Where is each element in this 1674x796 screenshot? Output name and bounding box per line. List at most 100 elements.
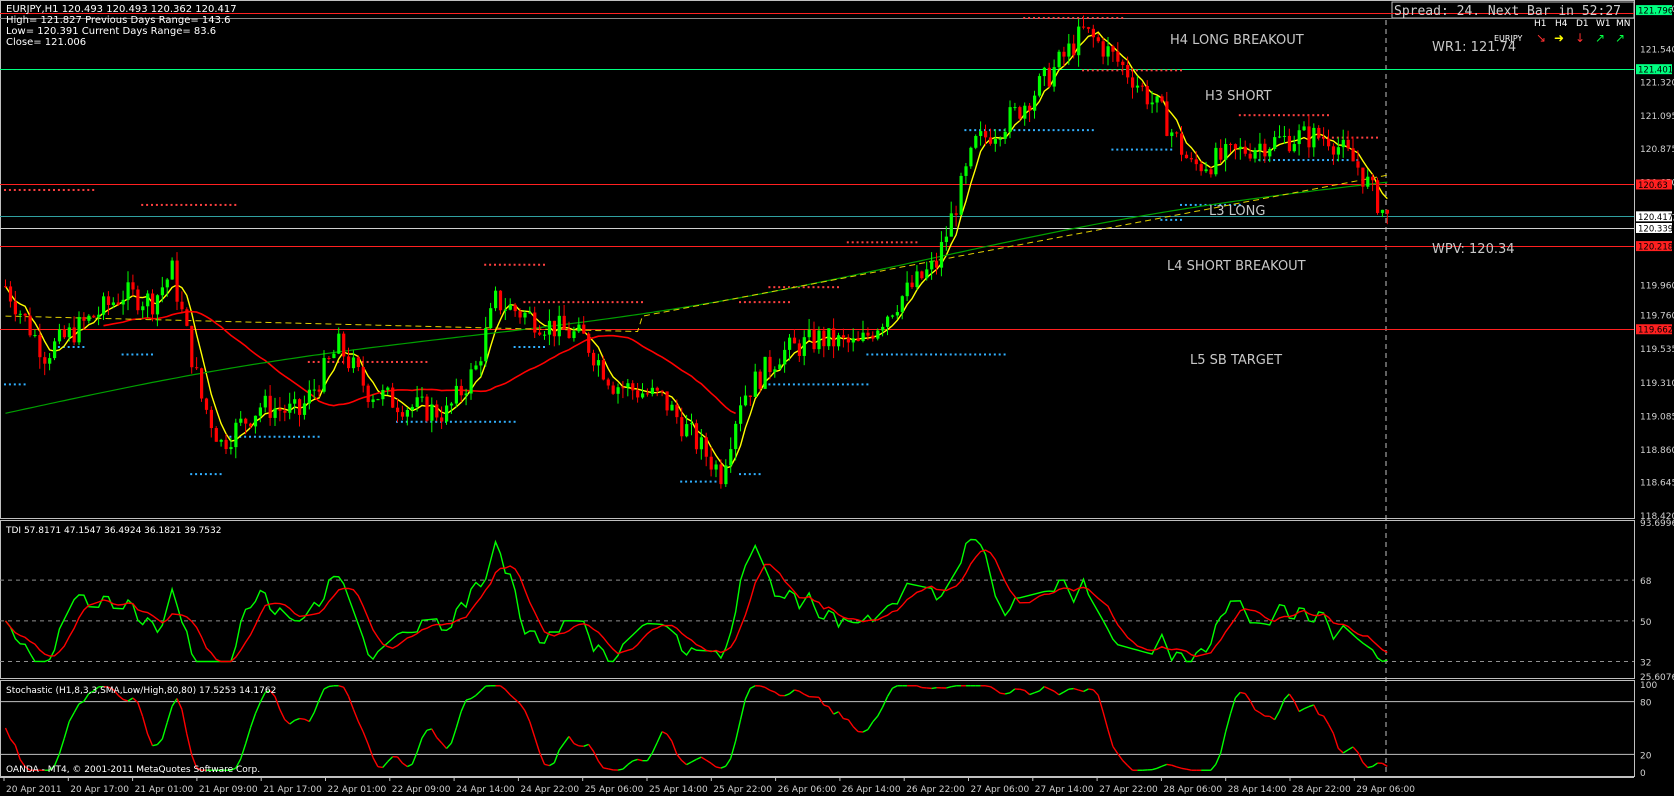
candle-body bbox=[1322, 137, 1326, 139]
stoch-segment bbox=[396, 756, 403, 764]
resistance-dot bbox=[1096, 16, 1099, 19]
timeframe-d1[interactable]: D1 bbox=[1576, 19, 1589, 29]
candle bbox=[283, 404, 287, 422]
support-dot bbox=[910, 353, 913, 356]
candle-body bbox=[827, 328, 831, 347]
resistance-dot bbox=[204, 203, 207, 206]
resistance-dot bbox=[856, 241, 859, 244]
stoch-segment bbox=[441, 742, 448, 750]
stoch-scale-label: 0 bbox=[1640, 769, 1646, 779]
stoch-segment bbox=[450, 727, 457, 744]
stoch-segment bbox=[710, 762, 717, 768]
resistance-dot bbox=[1091, 16, 1094, 19]
support-dot bbox=[704, 480, 707, 483]
candle bbox=[180, 291, 184, 313]
candle-body bbox=[263, 395, 267, 408]
stoch-segment bbox=[1347, 746, 1354, 751]
stoch-segment bbox=[784, 693, 790, 697]
support-dot bbox=[1047, 129, 1050, 132]
stoch-segment bbox=[798, 690, 805, 695]
resistance-dot bbox=[1170, 69, 1173, 72]
candle bbox=[151, 289, 155, 322]
support-dot bbox=[856, 383, 859, 386]
candle-body bbox=[1199, 164, 1203, 172]
resistance-dot bbox=[1028, 16, 1031, 19]
price-scale-label: 118.860 bbox=[1640, 446, 1674, 456]
candle bbox=[1145, 80, 1149, 110]
support-dot bbox=[866, 383, 869, 386]
stoch-segment bbox=[1083, 688, 1089, 693]
stoch-segment bbox=[558, 742, 565, 751]
support-dot bbox=[219, 473, 222, 476]
candle bbox=[116, 293, 120, 307]
candle-body bbox=[1111, 46, 1115, 52]
candle bbox=[1209, 166, 1213, 178]
candle bbox=[204, 397, 209, 415]
timeframe-h4[interactable]: H4 bbox=[1555, 19, 1568, 29]
resistance-dot bbox=[851, 241, 854, 244]
candle-body bbox=[1253, 150, 1257, 159]
support-dot bbox=[964, 129, 967, 132]
candle-body bbox=[1101, 41, 1105, 57]
stoch-segment bbox=[1156, 765, 1163, 769]
stoch-segment bbox=[563, 736, 570, 744]
candle-body bbox=[77, 316, 81, 343]
resistance-dot bbox=[82, 188, 85, 191]
resistance-dot bbox=[543, 263, 545, 266]
candle-body bbox=[327, 358, 331, 360]
stoch-segment bbox=[1313, 704, 1320, 715]
candle-body bbox=[219, 439, 223, 442]
stoch-segment bbox=[794, 689, 800, 692]
support-dot bbox=[851, 383, 854, 386]
candle-body bbox=[866, 332, 870, 336]
support-dot bbox=[464, 420, 467, 423]
support-dot bbox=[1033, 129, 1035, 132]
candle-body bbox=[1287, 135, 1291, 152]
support-dot bbox=[469, 420, 472, 423]
support-dot bbox=[699, 480, 702, 483]
stoch-segment bbox=[1127, 764, 1133, 771]
candle-body bbox=[293, 399, 297, 404]
time-label: 25 Apr 22:00 bbox=[713, 785, 772, 795]
stoch-segment bbox=[715, 766, 722, 769]
stoch-segment bbox=[1044, 685, 1050, 690]
stoch-segment bbox=[1308, 704, 1315, 708]
resistance-dot bbox=[910, 241, 913, 244]
candle bbox=[631, 380, 635, 400]
resistance-dot bbox=[151, 203, 153, 206]
candle bbox=[214, 426, 218, 442]
candlesticks[interactable] bbox=[4, 15, 1389, 489]
stoch-segment bbox=[504, 689, 511, 696]
candle-body bbox=[1194, 159, 1198, 165]
resistance-dot bbox=[200, 203, 202, 206]
candle-body bbox=[396, 407, 400, 413]
candle bbox=[949, 201, 953, 237]
stoch-segment bbox=[744, 688, 751, 700]
price-tag-label: 119.662 bbox=[1638, 326, 1673, 336]
timeframe-w1[interactable]: W1 bbox=[1596, 19, 1611, 29]
support-dot bbox=[998, 129, 1001, 132]
stoch-segment bbox=[837, 711, 844, 720]
resistance-dot bbox=[1165, 69, 1168, 72]
candle bbox=[1037, 73, 1042, 98]
candle bbox=[1101, 37, 1105, 65]
candle-body bbox=[925, 269, 929, 279]
candle-body bbox=[1361, 167, 1365, 187]
stoch-segment bbox=[347, 695, 355, 710]
candle-body bbox=[1121, 61, 1125, 66]
support-dot bbox=[18, 383, 21, 386]
candle-body bbox=[1096, 37, 1100, 42]
support-dot bbox=[1116, 148, 1119, 151]
time-label: 21 Apr 17:00 bbox=[263, 785, 322, 795]
chart-canvas[interactable]: 93.699668503225.6076 10080200 121.810121… bbox=[0, 0, 1674, 796]
timeframe-mn[interactable]: MN bbox=[1616, 19, 1631, 29]
candle-body bbox=[155, 295, 160, 315]
resistance-dot bbox=[317, 360, 320, 363]
candle bbox=[190, 325, 194, 374]
candle bbox=[234, 418, 238, 459]
stoch-segment bbox=[734, 719, 742, 742]
candle-body bbox=[141, 306, 145, 311]
level-label-l5: L5 SB TARGET bbox=[1190, 353, 1283, 368]
support-dot bbox=[1278, 159, 1280, 162]
timeframe-h1[interactable]: H1 bbox=[1534, 19, 1547, 29]
